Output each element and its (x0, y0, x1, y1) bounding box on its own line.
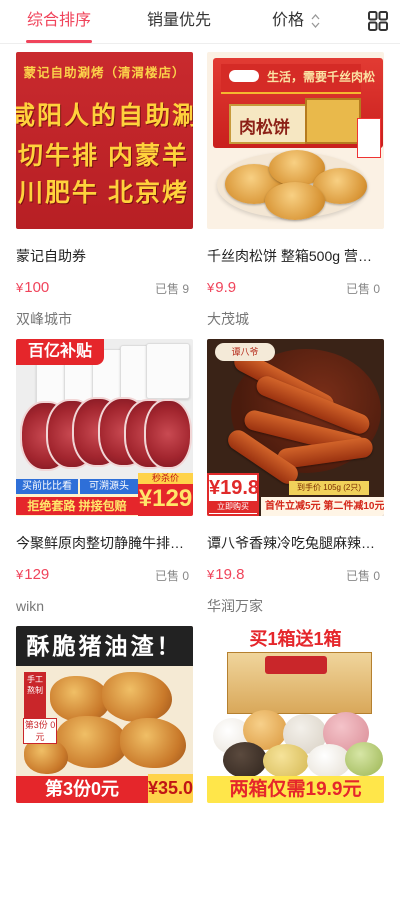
product-card[interactable]: 谭八爷 到手价 105g (2只) ¥19.8 立即购买 首件立减5元 第二件减… (207, 339, 384, 629)
product-image[interactable]: 买1箱送1箱 两箱仅需19.9元 (207, 626, 384, 803)
sold-count: 已售 9 (154, 282, 189, 296)
image-caption: 买前比比看 (16, 479, 78, 494)
shop-name[interactable]: 大茂城 (207, 309, 249, 329)
shop-name[interactable]: 华润万家 (207, 596, 263, 616)
product-name[interactable]: 千丝肉松饼 整箱500g 营养早餐 (207, 246, 384, 266)
image-caption: 肉松饼 (239, 118, 290, 137)
product-price: ¥9.9 (207, 279, 237, 296)
sold-count: 已售 0 (154, 569, 189, 583)
product-price: ¥19.8 (207, 566, 245, 583)
tab-sales-first[interactable]: 销量优先 (147, 10, 211, 32)
image-caption: 第3份0元 (16, 776, 148, 803)
product-card[interactable]: 买1箱送1箱 两箱仅需19.9元 (207, 626, 384, 916)
image-caption: 咸阳人的自助涮烤 (16, 102, 193, 130)
image-caption: 拒绝套路 拼接包赔 (16, 497, 138, 515)
tab-comprehensive-sort[interactable]: 综合排序 (27, 10, 91, 32)
image-caption: 切牛排 内蒙羊 (18, 142, 189, 170)
image-caption: 到手价 105g (2只) (289, 481, 369, 495)
tab-price[interactable]: 价格 (272, 10, 304, 32)
product-card[interactable]: 生活，需要千丝肉松 肉松饼 千丝肉松饼 整箱500g 营养早餐 ¥9.9 已售 … (207, 52, 384, 342)
subsidy-badge: 百亿补贴 (16, 339, 104, 365)
shop-name[interactable]: 双峰城市 (16, 309, 72, 329)
product-card[interactable]: 酥脆猪油渣！ 手工熬制 第3份 0元 第3份0元 ¥35.0 (16, 626, 193, 916)
image-price-tag: ¥35.0 (148, 774, 193, 803)
product-image[interactable]: 生活，需要千丝肉松 肉松饼 (207, 52, 384, 229)
product-name[interactable]: 今聚鲜原肉整切静腌牛排套餐 (16, 533, 193, 553)
product-image[interactable]: 蒙记自助涮烤（清渭楼店） 咸阳人的自助涮烤 切牛排 内蒙羊 川肥牛 北京烤 (16, 52, 193, 229)
image-caption: 蒙记自助涮烤（清渭楼店） (23, 66, 186, 80)
image-price-tag: 秒杀价 ¥129 (138, 473, 193, 516)
image-caption: 两箱仅需19.9元 (207, 776, 384, 803)
product-image[interactable]: 谭八爷 到手价 105g (2只) ¥19.8 立即购买 首件立减5元 第二件减… (207, 339, 384, 516)
product-price: ¥129 (16, 566, 50, 583)
sold-count: 已售 0 (345, 282, 380, 296)
product-image[interactable]: 百亿补贴 买前比比看 可溯源头 拒绝套路 拼接包赔 秒杀价 ¥129 (16, 339, 193, 516)
sold-count: 已售 0 (345, 569, 380, 583)
product-image[interactable]: 酥脆猪油渣！ 手工熬制 第3份 0元 第3份0元 ¥35.0 (16, 626, 193, 803)
image-caption: 川肥牛 北京烤 (18, 179, 189, 207)
sort-arrows-icon[interactable] (311, 13, 320, 29)
product-card[interactable]: 百亿补贴 买前比比看 可溯源头 拒绝套路 拼接包赔 秒杀价 ¥129 今聚鲜原肉… (16, 339, 193, 629)
product-price: ¥100 (16, 279, 50, 296)
image-caption: 生活，需要千丝肉松 (267, 70, 376, 84)
product-name[interactable]: 谭八爷香辣冷吃兔腿麻辣鸭脖 (207, 533, 384, 553)
image-caption: 买1箱送1箱 (249, 629, 342, 649)
brand-logo: 谭八爷 (215, 343, 275, 361)
image-caption: 第3份 0元 (23, 718, 57, 744)
sort-bar: 综合排序 销量优先 价格 (0, 0, 400, 44)
image-caption: 可溯源头 (80, 479, 138, 494)
image-price-tag: ¥19.8 立即购买 (207, 473, 259, 516)
shop-name[interactable]: wikn (16, 596, 44, 616)
grid-view-icon[interactable] (368, 11, 388, 31)
active-tab-indicator (26, 40, 92, 43)
image-caption: 酥脆猪油渣！ (16, 626, 193, 666)
product-card[interactable]: 蒙记自助涮烤（清渭楼店） 咸阳人的自助涮烤 切牛排 内蒙羊 川肥牛 北京烤 蒙记… (16, 52, 193, 342)
image-caption: 首件立减5元 第二件减10元 (261, 497, 384, 516)
product-name[interactable]: 蒙记自助券 (16, 246, 193, 266)
